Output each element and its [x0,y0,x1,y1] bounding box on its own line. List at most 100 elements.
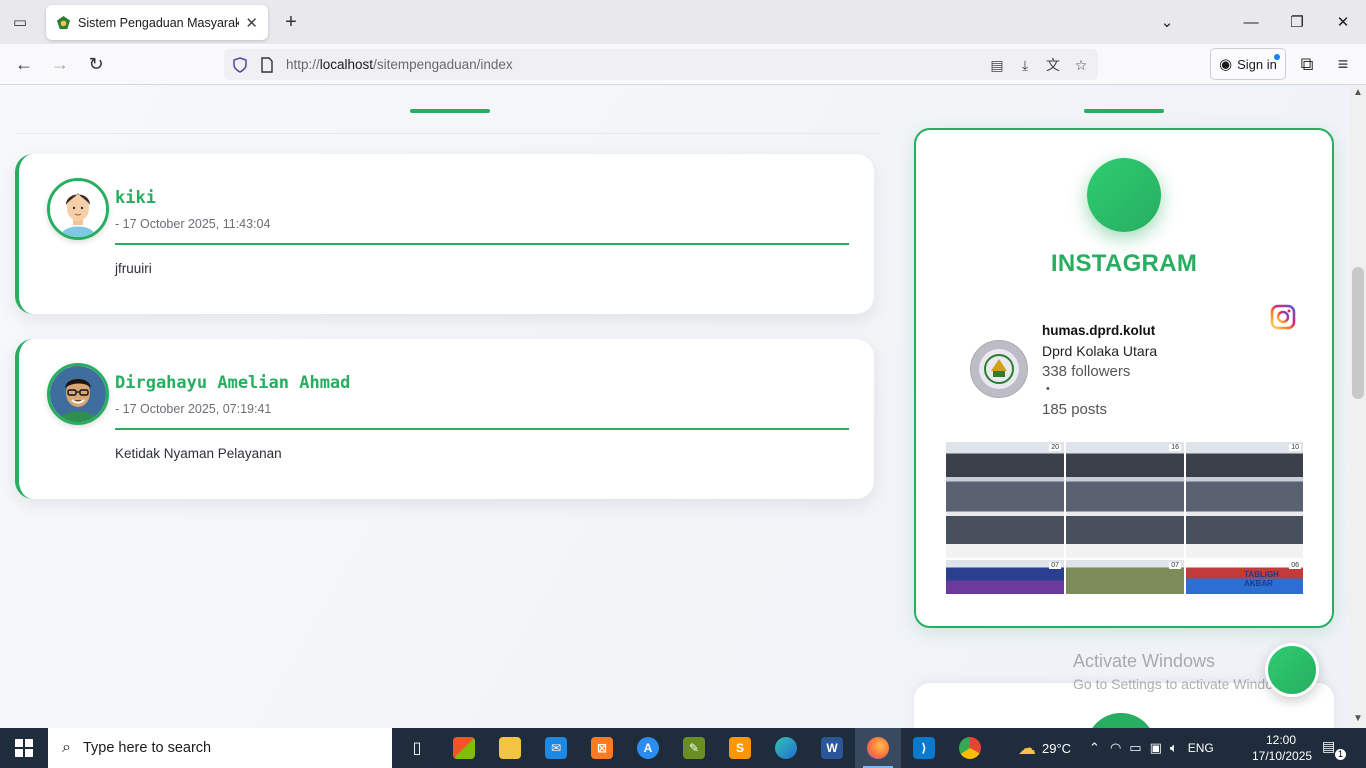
instagram-handle[interactable]: humas.dprd.kolut [1042,323,1155,338]
xampp-icon[interactable]: ⊠ [579,728,625,768]
windows-activation-watermark: Activate Windows Go to Settings to activ… [1073,651,1294,692]
sublime-text-icon[interactable]: S [717,728,763,768]
instagram-followers: 338 followers [1042,363,1131,380]
edge-browser-icon[interactable] [763,728,809,768]
next-widget-badge [1086,713,1156,728]
system-tray: ☁ 29°C ⌃ ◠ ▭ ▣ 🔈︎ ENG [1018,728,1214,768]
camera-icon[interactable]: ▣ [1150,740,1162,756]
windows-logo-icon [15,739,33,757]
post-number: 07 [1169,562,1181,569]
notification-center-icon[interactable]: ▤ 1 [1322,738,1346,760]
forward-icon[interactable]: → [45,50,75,78]
instagram-post-thumbnail[interactable]: 06 TABLIGH AKBAR [1186,560,1303,594]
minimize-icon[interactable]: — [1228,6,1274,38]
app-tools-icon[interactable]: ✎ [671,728,717,768]
activation-subtitle: Go to Settings to activate Windows. [1073,676,1294,692]
show-hidden-icons-icon[interactable]: ⌃ [1089,740,1100,756]
post-number: 20 [1049,444,1061,451]
page-icon [256,54,278,76]
save-page-icon[interactable]: ⤓ [1014,54,1036,76]
start-button[interactable] [0,728,48,768]
tab-overview-icon[interactable]: ▭ [6,8,34,36]
network-icon[interactable]: ◠ [1110,740,1121,756]
firefox-icon[interactable] [855,728,901,768]
instagram-post-thumbnail[interactable]: 07 [1066,560,1184,594]
taskbar-search-placeholder: Type here to search [82,740,212,756]
sign-in-label: Sign in [1237,56,1277,72]
browser-tab[interactable]: Sistem Pengaduan Masyarakat | Dprd Kolak… [46,5,268,40]
instagram-post-thumbnail[interactable]: 07 [946,560,1064,594]
taskbar-clock[interactable]: 12:00 17/10/2025 [1252,732,1313,764]
tab-list-chevron-icon[interactable]: ⌄ [1144,6,1190,38]
complaint-separator [115,243,849,245]
task-view-icon[interactable]: ▯ [394,728,440,768]
vscode-icon[interactable]: ⟩ [901,728,947,768]
instagram-title: INSTAGRAM [1050,250,1198,277]
complaint-separator [115,428,849,430]
floating-action-button[interactable] [1265,643,1319,697]
instagram-post-thumbnail[interactable]: 10 [1186,442,1303,558]
browser-nav-bar: ← → ↻ http://localhost/sitempengaduan/in… [0,44,1366,85]
page-viewport: kiki - 17 October 2025, 11:43:04 jfruuir… [0,85,1350,728]
word-icon[interactable]: W [809,728,855,768]
microsoft-store-icon[interactable] [441,728,487,768]
post-number: 06 [1289,562,1301,569]
close-window-icon[interactable]: ✕ [1320,6,1366,38]
section-divider [16,133,880,134]
temperature[interactable]: 29°C [1042,741,1071,756]
app-a-icon[interactable]: A [625,728,671,768]
taskbar-search-box[interactable]: ⌕ Type here to search [48,728,392,768]
post-number: 07 [1049,562,1061,569]
instagram-post-thumbnail[interactable]: 16 [1066,442,1184,558]
menu-icon[interactable]: ≡ [1328,50,1358,78]
instagram-icon[interactable] [1270,304,1296,330]
instagram-posts-count: 185 posts [1042,401,1108,418]
back-icon[interactable]: ← [9,50,39,78]
weather-icon[interactable]: ☁ [1018,738,1036,759]
complaint-card: Dirgahayu Amelian Ahmad - 17 October 202… [15,339,874,499]
scrollbar-thumb[interactable] [1352,267,1364,399]
tab-close-icon[interactable]: ✕ [245,14,258,32]
instagram-post-thumbnail[interactable]: 20 [946,442,1064,558]
avatar [47,178,109,240]
avatar [47,363,109,425]
windows-taskbar: ⌕ Type here to search ▯ ✉ ⊠ A ✎ S W ⟩ ☁ … [0,728,1366,768]
search-icon: ⌕ [62,739,71,756]
post-number: 10 [1289,444,1301,451]
complaint-card: kiki - 17 October 2025, 11:43:04 jfruuir… [15,154,874,314]
complaint-message: jfruuiri [115,261,152,276]
complaint-date: - 17 October 2025, 11:43:04 [115,217,271,231]
account-icon: ◉ [1219,56,1233,73]
scroll-up-icon[interactable]: ▲ [1353,87,1363,98]
file-explorer-icon[interactable] [487,728,533,768]
page-scrollbar[interactable]: ▲ ▼ [1350,85,1366,728]
instagram-profile-avatar[interactable] [970,340,1028,398]
url-text: http://localhost/sitempengaduan/index [286,57,513,72]
scroll-down-icon[interactable]: ▼ [1353,713,1363,724]
clock-date: 17/10/2025 [1252,749,1313,763]
shield-icon[interactable] [229,54,251,76]
chrome-icon[interactable] [947,728,993,768]
instagram-display-name: Dprd Kolaka Utara [1042,343,1158,359]
reader-view-icon[interactable]: ▤ [986,54,1008,76]
battery-icon[interactable]: ▭ [1129,740,1141,756]
mail-icon[interactable]: ✉ [533,728,579,768]
section-accent-bar-left [410,109,490,113]
address-bar[interactable]: http://localhost/sitempengaduan/index ▤ … [224,49,1098,80]
translate-icon[interactable]: 文 [1042,54,1064,76]
bookmark-star-icon[interactable]: ☆ [1070,54,1092,76]
instagram-stats-separator: • [1046,383,1050,395]
extensions-icon[interactable]: ⧉ [1292,50,1322,78]
volume-icon[interactable]: 🔈︎ [1170,740,1178,756]
restore-icon[interactable]: ❐ [1274,6,1320,38]
notification-count: 1 [1335,749,1346,760]
section-accent-bar-right [1084,109,1164,113]
complaint-date: - 17 October 2025, 07:19:41 [115,402,272,416]
instagram-card: INSTAGRAM humas.dprd.kolut Dprd Kolaka U… [914,128,1334,628]
sign-in-button[interactable]: ◉ Sign in [1210,48,1286,80]
input-language[interactable]: ENG [1188,741,1214,755]
activation-title: Activate Windows [1073,651,1216,671]
complaint-author: kiki [115,188,156,208]
new-tab-icon[interactable]: + [278,8,304,36]
reload-icon[interactable]: ↻ [81,50,111,78]
